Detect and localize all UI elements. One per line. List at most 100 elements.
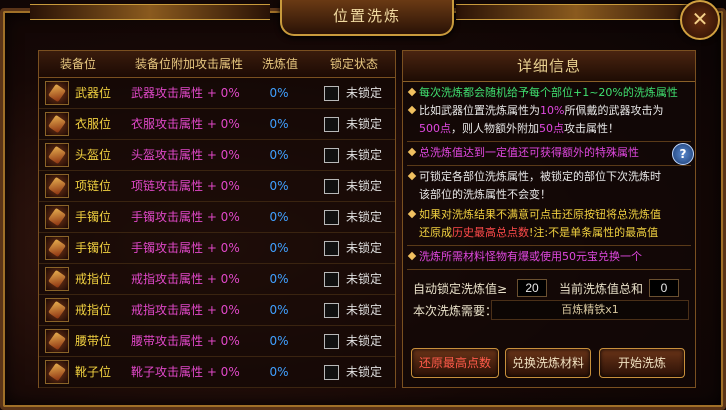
exchange-material-button[interactable]: 兑换洗炼材料 [505,348,591,378]
header-attr: 装备位附加攻击属性 [134,57,243,71]
info-line-3: 500点，则人物额外附加50点攻击属性！ [419,122,619,135]
current-total-label: 当前洗炼值总和 [559,282,644,296]
restore-highest-button[interactable]: 还原最高点数 [411,348,499,378]
title-bar-ornament-left [30,4,270,20]
bullet-icon [407,251,417,261]
header-slot: 装备位 [59,57,96,71]
slot-refine-value: 0% [269,148,289,162]
detail-title: 详细信息 [403,51,695,82]
bullet-icon [407,209,417,219]
table-header: 装备位 装备位附加攻击属性 洗炼值 锁定状态 [39,51,395,78]
table-row: 腰带位 腰带攻击属性 + 0% 0% 未锁定 [39,326,395,357]
table-row: 手镯位 手镯攻击属性 + 0% 0% 未锁定 [39,233,395,264]
lock-checkbox[interactable] [324,241,339,256]
title-bar-ornament-right [456,4,696,20]
slot-name: 靴子位 [75,365,112,379]
info-line-5: 可锁定各部位洗炼属性，被锁定的部位下次洗炼时 [407,168,691,185]
table-row: 衣服位 衣服攻击属性 + 0% 0% 未锁定 [39,109,395,140]
slot-name: 武器位 [75,86,112,100]
slot-refine-value: 0% [269,303,289,317]
lock-checkbox[interactable] [324,303,339,318]
lock-checkbox[interactable] [324,272,339,287]
slot-refine-value: 0% [269,179,289,193]
info-line-1: 每次洗炼都会随机给予每个部位+1~20%的洗炼属性 [407,84,691,101]
divider [407,165,691,166]
table-row: 项链位 项链攻击属性 + 0% 0% 未锁定 [39,171,395,202]
auto-lock-value-input[interactable] [517,279,547,297]
armor-icon [45,112,69,136]
lock-checkbox[interactable] [324,117,339,132]
slot-refine-value: 0% [269,86,289,100]
lock-checkbox[interactable] [324,210,339,225]
table-row: 手镯位 手镯攻击属性 + 0% 0% 未锁定 [39,202,395,233]
ring-icon [45,298,69,322]
lock-checkbox[interactable] [324,148,339,163]
window-title: 位置洗炼 [280,0,454,36]
table-row: 武器位 武器攻击属性 + 0% 0% 未锁定 [39,78,395,109]
info-line-4: 总洗炼值达到一定值还可获得额外的特殊属性 ? [407,143,694,165]
table-row: 戒指位 戒指攻击属性 + 0% 0% 未锁定 [39,295,395,326]
belt-icon [45,329,69,353]
slot-attr: 手镯攻击属性 + 0% [131,241,240,255]
slot-name: 手镯位 [75,210,112,224]
slot-refine-value: 0% [269,272,289,286]
slot-name: 戒指位 [75,272,112,286]
divider [407,245,691,246]
slot-attr: 武器攻击属性 + 0% [131,86,240,100]
slot-name: 手镯位 [75,241,112,255]
lock-status: 未锁定 [346,117,383,131]
lock-status: 未锁定 [346,272,383,286]
slot-attr: 手镯攻击属性 + 0% [131,210,240,224]
start-refine-button[interactable]: 开始洗炼 [599,348,685,378]
lock-status: 未锁定 [346,334,383,348]
detail-panel: 详细信息 每次洗炼都会随机给予每个部位+1~20%的洗炼属性 比如武器位置洗炼属… [402,50,696,388]
necklace-icon [45,174,69,198]
boots-icon [45,360,69,384]
slot-attr: 戒指攻击属性 + 0% [131,272,240,286]
slot-name: 头盔位 [75,148,112,162]
lock-status: 未锁定 [346,179,383,193]
lock-status: 未锁定 [346,303,383,317]
slot-attr: 头盔攻击属性 + 0% [131,148,240,162]
divider [407,269,691,270]
info-line-5b: 该部位的洗炼属性不会变！ [419,188,551,201]
lock-checkbox[interactable] [324,334,339,349]
slot-attr: 项链攻击属性 + 0% [131,179,240,193]
slot-name: 衣服位 [75,117,112,131]
slot-attr: 腰带攻击属性 + 0% [131,334,240,348]
lock-checkbox[interactable] [324,86,339,101]
material-value: 百炼精铁x1 [491,300,689,320]
bullet-icon [407,147,417,157]
help-icon[interactable]: ? [672,143,694,165]
bracelet-icon [45,236,69,260]
slot-attr: 靴子攻击属性 + 0% [131,365,240,379]
table-row: 靴子位 靴子攻击属性 + 0% 0% 未锁定 [39,357,395,388]
divider [407,141,691,142]
info-line-2: 比如武器位置洗炼属性为10%所佩戴的武器攻击为 [407,102,691,119]
lock-status: 未锁定 [346,86,383,100]
bullet-icon [407,87,417,97]
close-button[interactable]: ✕ [680,0,720,40]
info-line-7: 洗炼所需材料怪物有爆或使用50元宝兑换一个 [407,248,691,265]
lock-status: 未锁定 [346,365,383,379]
table-row: 头盔位 头盔攻击属性 + 0% 0% 未锁定 [39,140,395,171]
lock-checkbox[interactable] [324,179,339,194]
slot-refine-value: 0% [269,365,289,379]
material-label: 本次洗炼需要： [413,304,498,318]
slot-attr: 戒指攻击属性 + 0% [131,303,240,317]
slot-name: 项链位 [75,179,112,193]
slot-refine-value: 0% [269,241,289,255]
info-line-6b: 还原成历史最高总点数!注:不是单条属性的最高值 [419,226,659,239]
bracelet-icon [45,205,69,229]
table-row: 戒指位 戒指攻击属性 + 0% 0% 未锁定 [39,264,395,295]
slot-name: 戒指位 [75,303,112,317]
lock-status: 未锁定 [346,210,383,224]
ring-icon [45,267,69,291]
slot-attr: 衣服攻击属性 + 0% [131,117,240,131]
header-value: 洗炼值 [261,57,298,71]
bullet-icon [407,105,417,115]
auto-lock-label: 自动锁定洗炼值≥ [413,282,508,296]
lock-status: 未锁定 [346,241,383,255]
lock-checkbox[interactable] [324,365,339,380]
slot-name: 腰带位 [75,334,112,348]
